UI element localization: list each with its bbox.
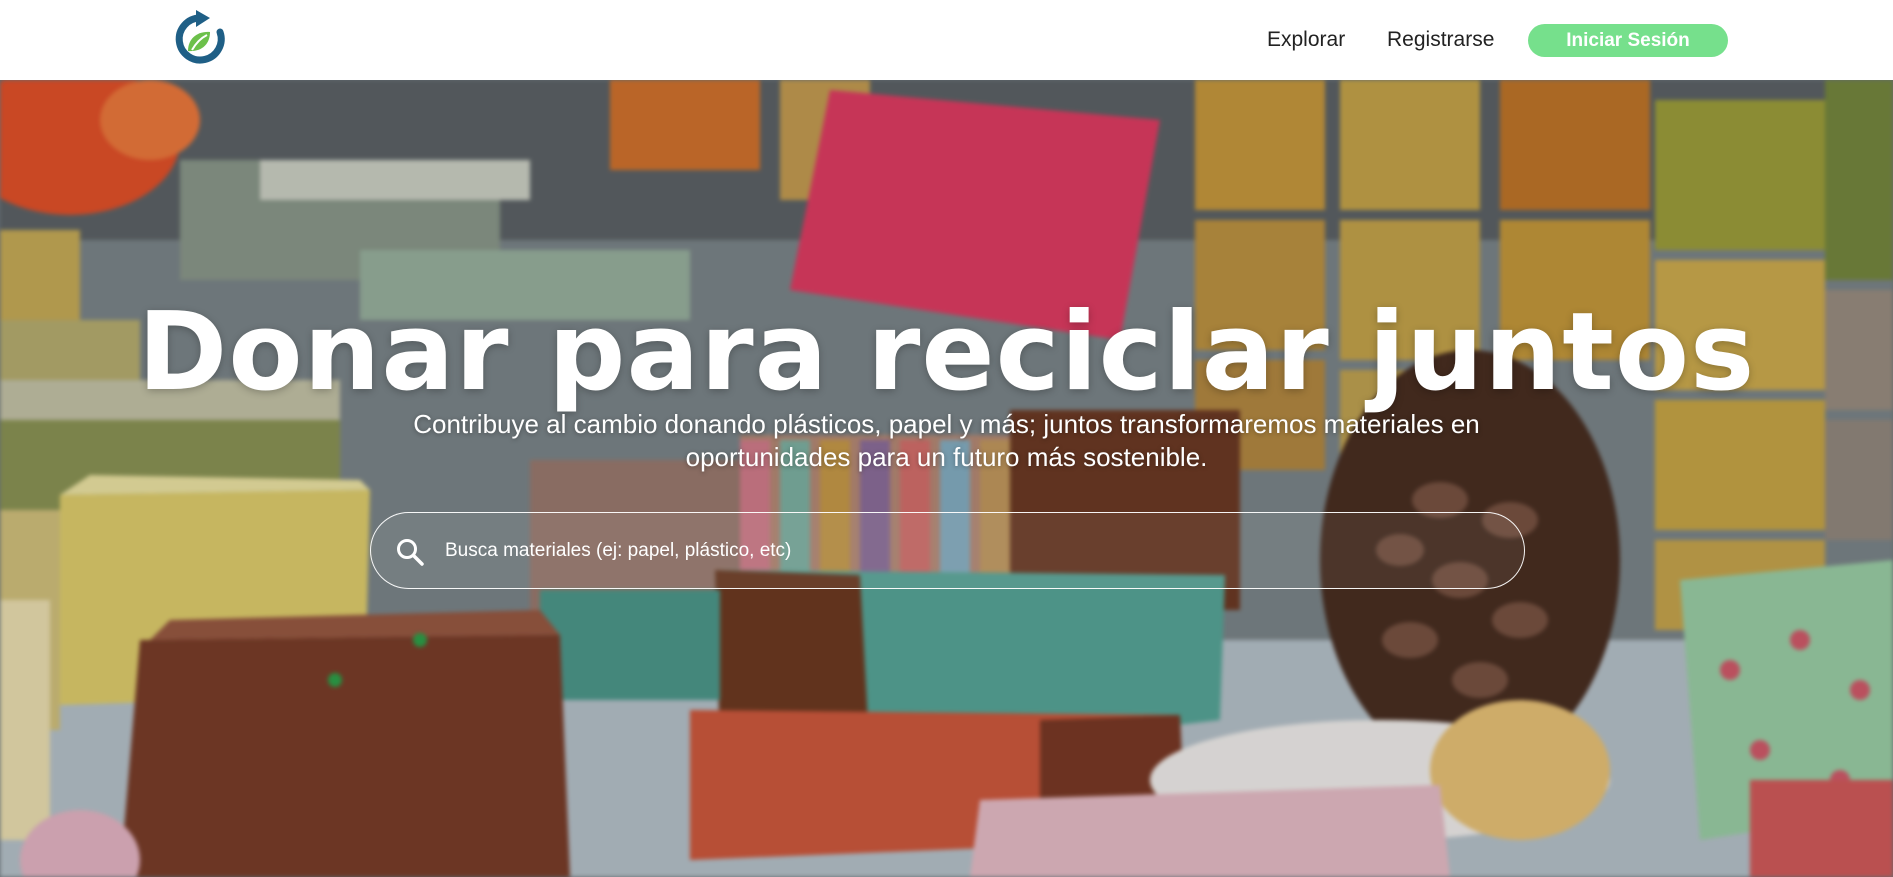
navbar: Explorar Registrarse Iniciar Sesión xyxy=(0,0,1893,80)
hero-subtitle: Contribuye al cambio donando plásticos, … xyxy=(413,409,1480,472)
login-button[interactable]: Iniciar Sesión xyxy=(1528,24,1728,57)
nav-register-link[interactable]: Registrarse xyxy=(1387,27,1494,53)
search-input[interactable] xyxy=(445,533,1495,569)
search-bar[interactable] xyxy=(370,512,1525,589)
nav-explore-link[interactable]: Explorar xyxy=(1267,27,1345,53)
recycle-leaf-logo-icon[interactable] xyxy=(172,10,228,68)
search-icon[interactable] xyxy=(395,537,425,567)
hero-section: Donar para reciclar juntos Contribuye al… xyxy=(0,80,1893,877)
hero-title: Donar para reciclar juntos xyxy=(137,290,1756,415)
hero-overlay xyxy=(0,80,1893,877)
